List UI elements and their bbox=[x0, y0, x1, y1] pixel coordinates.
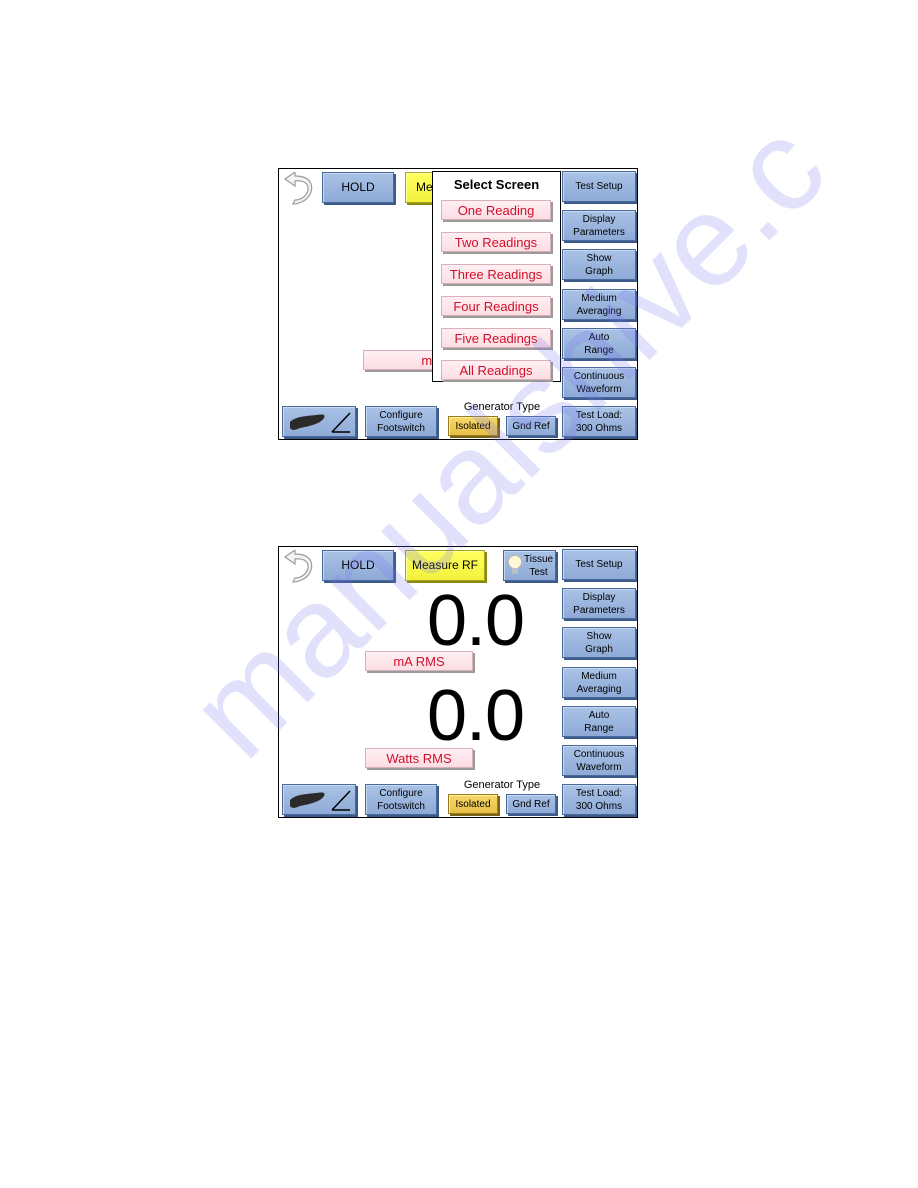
display-parameters-button[interactable]: Display Parameters bbox=[562, 210, 636, 241]
continuous-waveform-button[interactable]: Continuous Waveform bbox=[562, 745, 636, 776]
button-label-line2: Parameters bbox=[573, 604, 625, 616]
footswitch-pedal-icon bbox=[290, 411, 351, 433]
footswitch-mode-button[interactable] bbox=[282, 406, 356, 437]
generator-gnd-ref-button[interactable]: Gnd Ref bbox=[506, 416, 556, 436]
generator-type-label: Generator Type bbox=[463, 779, 541, 791]
button-label-line1: Configure bbox=[379, 409, 423, 421]
option-one-reading[interactable]: One Reading bbox=[441, 200, 551, 220]
button-label-line2: Graph bbox=[585, 643, 613, 655]
footswitch-mode-button[interactable] bbox=[282, 784, 356, 815]
option-two-readings[interactable]: Two Readings bbox=[441, 232, 551, 252]
button-label-line2: Range bbox=[584, 722, 614, 734]
measure-label: Measure RF bbox=[411, 558, 479, 572]
button-label-line1: Auto bbox=[588, 331, 610, 343]
reading-1-value: 0.0 bbox=[427, 581, 525, 661]
test-setup-button[interactable]: Test Setup bbox=[562, 549, 636, 580]
back-arrow-icon[interactable] bbox=[281, 172, 319, 208]
button-label-line1: Tissue bbox=[524, 554, 554, 565]
measure-label: Me bbox=[416, 180, 433, 194]
tissue-test-button[interactable]: Tissue Test bbox=[503, 550, 556, 581]
show-graph-button[interactable]: Show Graph bbox=[562, 627, 636, 658]
generator-gnd-ref-button[interactable]: Gnd Ref bbox=[506, 794, 556, 814]
averaging-button[interactable]: Medium Averaging bbox=[562, 289, 636, 320]
hold-label: HOLD bbox=[341, 180, 375, 194]
button-label-line1: Medium bbox=[581, 670, 617, 682]
configure-footswitch-button[interactable]: Configure Footswitch bbox=[365, 784, 437, 815]
hold-button[interactable]: HOLD bbox=[322, 550, 394, 581]
auto-range-button[interactable]: Auto Range bbox=[562, 328, 636, 359]
configure-footswitch-button[interactable]: Configure Footswitch bbox=[365, 406, 437, 437]
generator-isolated-button[interactable]: Isolated bbox=[448, 794, 498, 814]
button-label: Isolated bbox=[455, 420, 491, 432]
button-label-line2: Range bbox=[584, 344, 614, 356]
button-label-line2: Waveform bbox=[576, 383, 622, 395]
button-label-line1: Show bbox=[586, 252, 612, 264]
button-label-line2: Averaging bbox=[576, 305, 622, 317]
button-label: Test Setup bbox=[575, 559, 623, 570]
button-label-line2: Parameters bbox=[573, 226, 625, 238]
button-label-line1: Continuous bbox=[573, 748, 625, 760]
button-label-line2: Test bbox=[529, 567, 548, 578]
measure-rf-button[interactable]: Measure RF bbox=[405, 550, 485, 581]
button-label: Gnd Ref bbox=[512, 420, 550, 432]
test-load-button[interactable]: Test Load: 300 Ohms bbox=[562, 406, 636, 437]
option-all-readings[interactable]: All Readings bbox=[441, 360, 551, 380]
button-label-line1: Continuous bbox=[573, 370, 625, 382]
button-label-line1: Display bbox=[582, 213, 616, 225]
test-setup-button[interactable]: Test Setup bbox=[562, 171, 636, 202]
button-label-line1: Show bbox=[586, 630, 612, 642]
button-label-line1: Medium bbox=[581, 292, 617, 304]
generator-type-label: Generator Type bbox=[463, 401, 541, 413]
button-label-line1: Configure bbox=[379, 787, 423, 799]
device-screen-two-readings: HOLD Measure RF Tissue Test 0.0 mA RMS 0… bbox=[278, 546, 638, 818]
continuous-waveform-button[interactable]: Continuous Waveform bbox=[562, 367, 636, 398]
test-load-button[interactable]: Test Load: 300 Ohms bbox=[562, 784, 636, 815]
hold-label: HOLD bbox=[341, 558, 375, 572]
button-label: Test Setup bbox=[575, 181, 623, 192]
option-four-readings[interactable]: Four Readings bbox=[441, 296, 551, 316]
button-label-line2: Waveform bbox=[576, 761, 622, 773]
auto-range-button[interactable]: Auto Range bbox=[562, 706, 636, 737]
button-label: Gnd Ref bbox=[512, 798, 550, 810]
button-label-line2: Footswitch bbox=[377, 800, 425, 812]
footswitch-pedal-icon bbox=[290, 789, 351, 811]
device-screen-select-popup: HOLD Me mA RM Select Screen One Reading … bbox=[278, 168, 638, 440]
button-label-line2: 300 Ohms bbox=[575, 800, 623, 812]
hold-button[interactable]: HOLD bbox=[322, 172, 394, 203]
button-label-line2: Footswitch bbox=[377, 422, 425, 434]
display-parameters-button[interactable]: Display Parameters bbox=[562, 588, 636, 619]
button-label-line1: Test Load: bbox=[575, 787, 623, 799]
averaging-button[interactable]: Medium Averaging bbox=[562, 667, 636, 698]
select-screen-popup: Select Screen One Reading Two Readings T… bbox=[432, 171, 561, 382]
back-arrow-icon[interactable] bbox=[281, 550, 319, 586]
button-label-line1: Display bbox=[582, 591, 616, 603]
button-label-line2: Graph bbox=[585, 265, 613, 277]
button-label-line2: Averaging bbox=[576, 683, 622, 695]
button-label-line1: Test Load: bbox=[575, 409, 623, 421]
reading-2-value: 0.0 bbox=[427, 676, 525, 756]
button-label-line1: Auto bbox=[588, 709, 610, 721]
reading-2-unit-button[interactable]: Watts RMS bbox=[365, 748, 473, 768]
generator-isolated-button[interactable]: Isolated bbox=[448, 416, 498, 436]
option-five-readings[interactable]: Five Readings bbox=[441, 328, 551, 348]
show-graph-button[interactable]: Show Graph bbox=[562, 249, 636, 280]
button-label: Isolated bbox=[455, 798, 491, 810]
button-label-line2: 300 Ohms bbox=[575, 422, 623, 434]
popup-title: Select Screen bbox=[453, 177, 540, 192]
lightbulb-icon bbox=[508, 555, 522, 574]
option-three-readings[interactable]: Three Readings bbox=[441, 264, 551, 284]
reading-1-unit-button[interactable]: mA RMS bbox=[365, 651, 473, 671]
